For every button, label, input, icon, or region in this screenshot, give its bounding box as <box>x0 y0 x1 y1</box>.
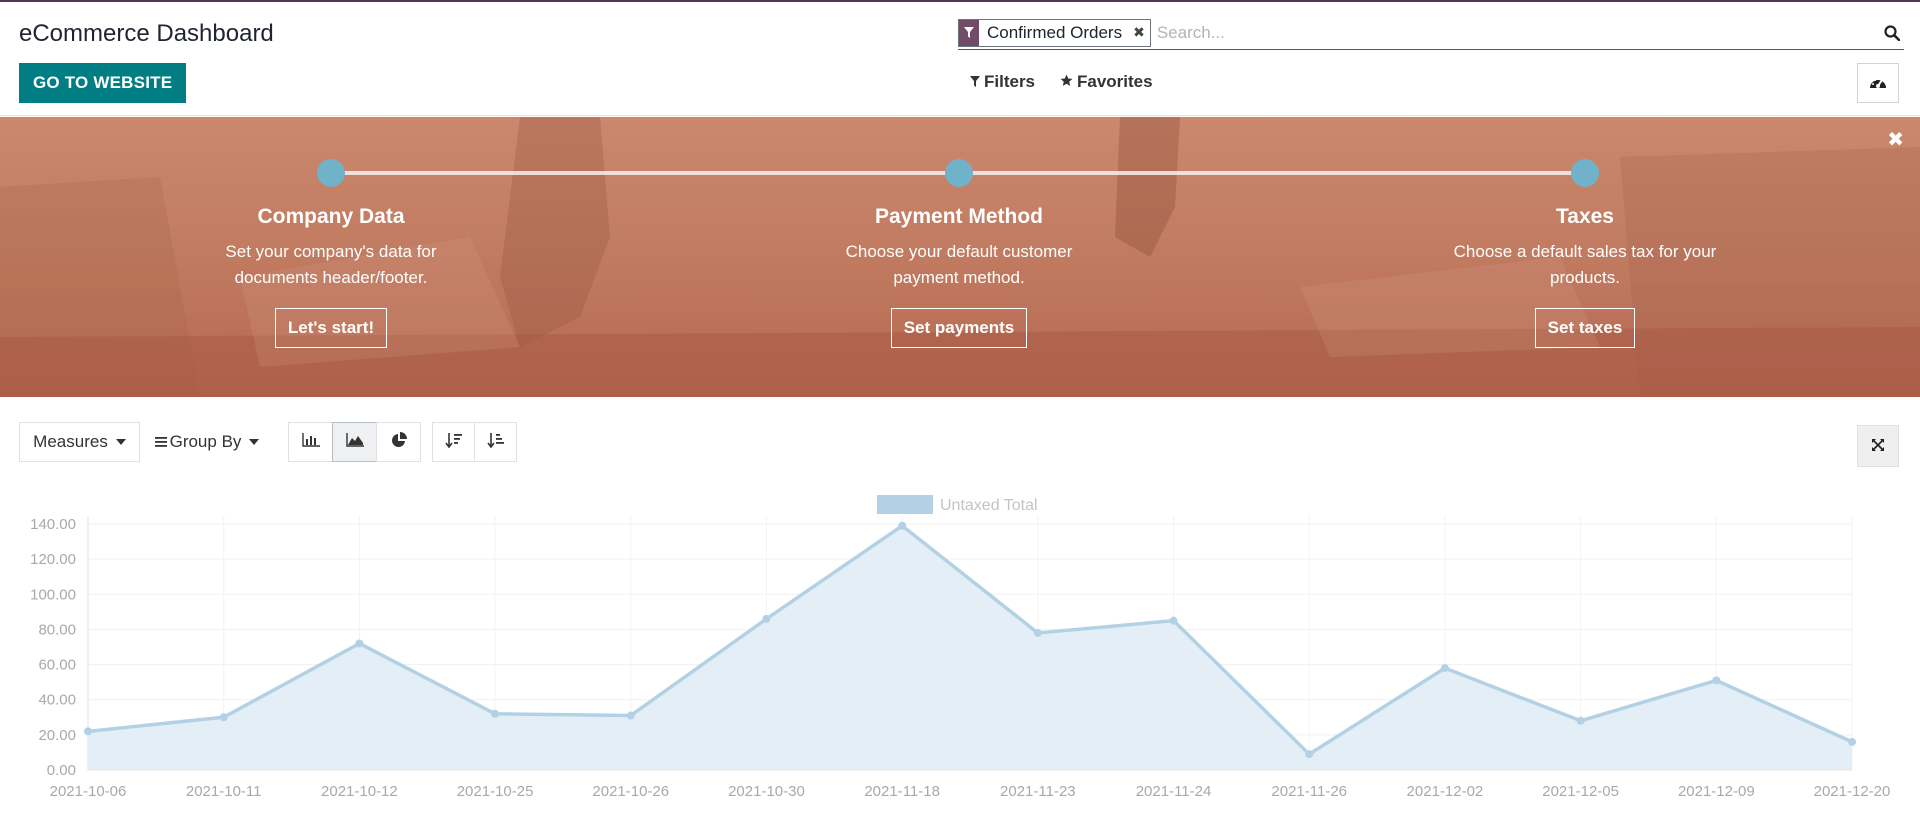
x-tick-label: 2021-11-26 <box>1271 783 1347 800</box>
y-tick-label: 20.00 <box>38 727 76 744</box>
y-tick-label: 40.00 <box>38 692 76 709</box>
filters-button[interactable]: Filters <box>970 72 1035 92</box>
step-payment-method: Payment Method Choose your default custo… <box>809 205 1109 348</box>
data-point <box>762 614 771 623</box>
dashboard-button[interactable] <box>1857 63 1899 103</box>
legend-swatch <box>877 495 933 514</box>
line-chart-button[interactable] <box>332 422 377 462</box>
data-point <box>1848 737 1856 746</box>
x-tick-label: 2021-12-02 <box>1407 783 1484 800</box>
data-point <box>1305 750 1314 759</box>
x-tick-label: 2021-11-24 <box>1136 783 1212 800</box>
set-taxes-button[interactable]: Set taxes <box>1534 308 1636 348</box>
step-taxes: Taxes Choose a default sales tax for you… <box>1435 205 1735 348</box>
pie-chart-icon <box>391 431 407 453</box>
data-point <box>491 709 500 718</box>
dashboard-icon <box>1869 74 1887 93</box>
data-point <box>1033 628 1042 637</box>
page-title: eCommerce Dashboard <box>19 20 274 47</box>
go-to-website-button[interactable]: GO TO WEBSITE <box>19 63 187 103</box>
data-point <box>219 713 228 722</box>
step-title: Taxes <box>1556 205 1614 228</box>
facet-label: Confirmed Orders <box>987 22 1123 42</box>
y-tick-label: 60.00 <box>38 657 76 674</box>
sort-ascending-button[interactable] <box>474 422 517 462</box>
lets-start-button[interactable]: Let's start! <box>274 308 388 348</box>
star-icon <box>1060 72 1073 92</box>
x-tick-label: 2021-11-23 <box>1000 783 1076 800</box>
y-tick-label: 0.00 <box>47 762 76 779</box>
data-point <box>355 639 364 648</box>
filters-label: Filters <box>984 72 1036 91</box>
search-facet: Confirmed Orders ✖ <box>958 18 1151 47</box>
search-bar: Confirmed Orders ✖ <box>958 16 1904 50</box>
x-tick-label: 2021-12-05 <box>1542 783 1619 800</box>
step-title: Payment Method <box>874 205 1044 228</box>
measures-label: Measures <box>33 432 108 451</box>
group-by-button[interactable]: Group By <box>152 422 262 462</box>
legend-label: Untaxed Total <box>940 497 1038 514</box>
x-tick-label: 2021-10-30 <box>728 783 805 800</box>
step-title: Company Data <box>257 205 405 228</box>
sort-ascending-icon <box>486 432 505 453</box>
caret-down-icon <box>115 439 126 445</box>
pie-chart-button[interactable] <box>376 422 421 462</box>
step-description: Choose your default customer payment meth… <box>845 242 1073 287</box>
filter-icon <box>970 72 980 92</box>
sort-descending-button[interactable] <box>432 422 475 462</box>
bar-chart-button[interactable] <box>288 422 333 462</box>
x-tick-label: 2021-10-06 <box>50 783 127 800</box>
expand-button[interactable] <box>1857 425 1899 467</box>
data-point <box>1712 676 1721 685</box>
x-tick-label: 2021-12-20 <box>1814 783 1891 800</box>
step-description: Choose a default sales tax for your produ… <box>1453 242 1717 287</box>
area-chart: Untaxed Total 0.00 20.00 40.00 60.00 80.00 100… <box>30 495 1891 800</box>
sort-descending-icon <box>444 432 463 453</box>
y-tick-label: 140.00 <box>30 516 76 533</box>
group-by-label: Group By <box>169 432 242 451</box>
search-input[interactable] <box>1150 22 1880 43</box>
x-tick-label: 2021-12-09 <box>1678 783 1755 800</box>
step-description: Set your company's data for documents hea… <box>225 242 437 287</box>
x-tick-label: 2021-11-18 <box>864 783 940 800</box>
close-icon[interactable]: ✖ <box>1128 20 1150 46</box>
caret-down-icon <box>249 439 260 445</box>
list-icon <box>154 432 167 452</box>
x-tick-label: 2021-10-11 <box>186 783 262 800</box>
y-tick-label: 80.00 <box>38 621 76 638</box>
x-tick-label: 2021-10-26 <box>592 783 669 800</box>
close-icon[interactable]: ✖ <box>1887 127 1904 152</box>
expand-icon <box>1871 438 1885 455</box>
x-tick-label: 2021-10-25 <box>457 783 534 800</box>
data-point <box>1169 616 1178 625</box>
y-tick-label: 120.00 <box>30 551 76 568</box>
data-point <box>84 727 92 736</box>
data-point <box>1440 664 1449 673</box>
onboarding-banner: ✖ Company Data Set your company's data f… <box>0 117 1920 397</box>
favorites-label: Favorites <box>1077 72 1153 91</box>
data-point <box>626 711 635 720</box>
control-panel: eCommerce Dashboard GO TO WEBSITE Confir… <box>0 2 1920 116</box>
favorites-button[interactable]: Favorites <box>1060 72 1153 92</box>
step-dot <box>1571 159 1599 187</box>
step-dot <box>945 159 973 187</box>
bar-chart-icon <box>301 432 320 452</box>
x-tick-label: 2021-10-12 <box>321 783 398 800</box>
area-chart-icon <box>345 432 364 452</box>
search-icon[interactable] <box>1880 21 1904 45</box>
measures-button[interactable]: Measures <box>19 422 140 462</box>
data-point <box>898 521 907 530</box>
data-point <box>1576 716 1585 725</box>
step-company-data: Company Data Set your company's data for… <box>181 205 481 348</box>
filter-icon <box>959 19 979 46</box>
set-payments-button[interactable]: Set payments <box>890 308 1028 348</box>
step-dot <box>317 159 345 187</box>
y-tick-label: 100.00 <box>30 586 76 603</box>
